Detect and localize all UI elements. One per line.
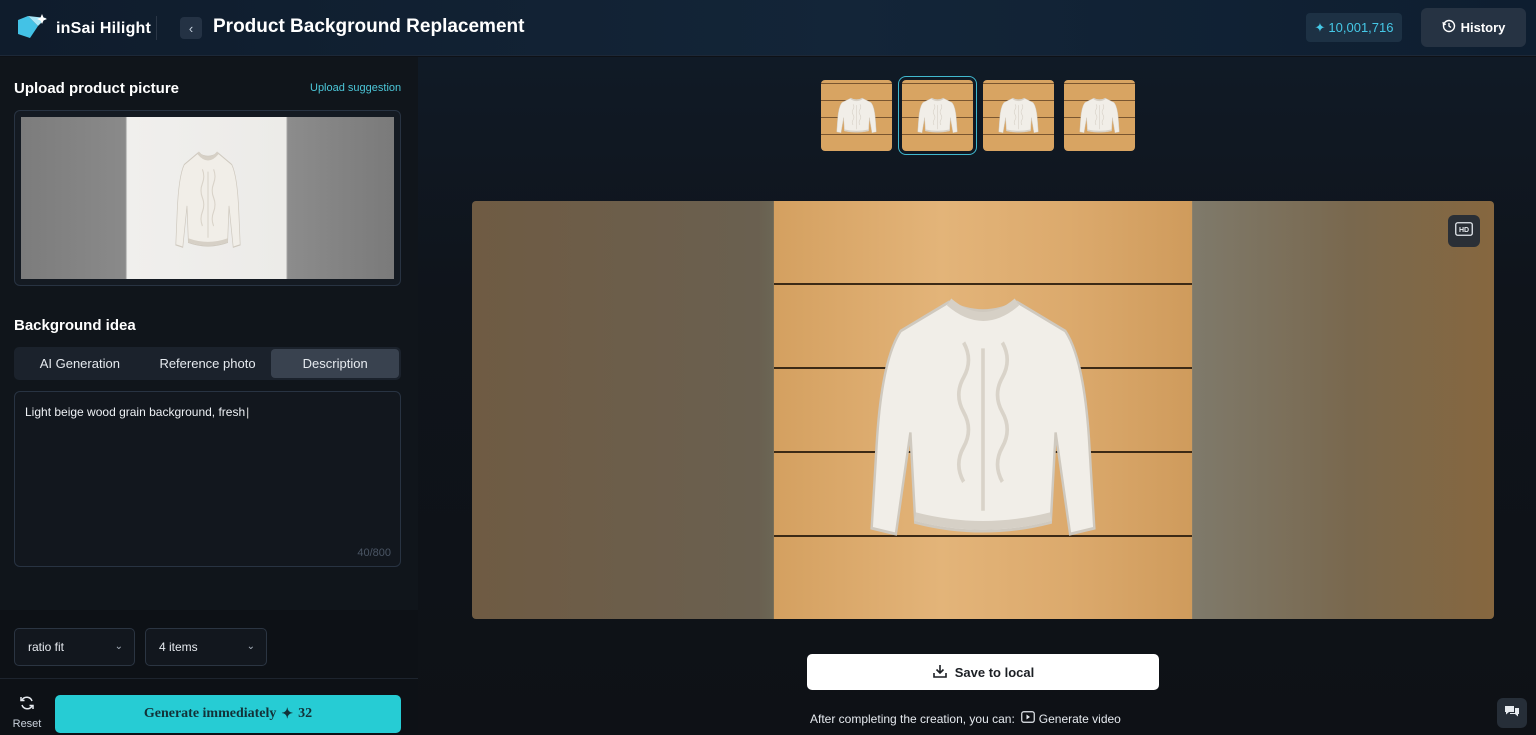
description-value: Light beige wood grain background, fresh: [25, 405, 390, 419]
reset-button[interactable]: Reset: [12, 695, 42, 730]
tab-description[interactable]: Description: [271, 349, 400, 378]
generate-video-link[interactable]: Generate video: [1020, 711, 1121, 726]
upload-dropzone[interactable]: [14, 110, 401, 286]
logo-text: inSai Hilight: [56, 20, 152, 37]
save-to-local-button[interactable]: Save to local: [807, 654, 1159, 690]
download-icon: [932, 663, 948, 682]
chevron-down-icon: ⌄: [114, 641, 123, 652]
header-divider: [156, 16, 157, 40]
history-label: History: [1460, 20, 1506, 35]
back-button[interactable]: ‹: [180, 17, 202, 39]
page-title: Product Background Replacement: [213, 16, 525, 37]
result-preview-image: HD: [472, 201, 1494, 619]
svg-text:HD: HD: [1459, 227, 1469, 234]
uploaded-product-image: [21, 117, 394, 279]
sparkle-icon: ✦: [281, 706, 294, 722]
app-logo[interactable]: inSai Hilight: [16, 12, 151, 40]
ratio-select[interactable]: ratio fit ⌄: [14, 628, 135, 666]
tab-ai-generation[interactable]: AI Generation: [16, 349, 144, 378]
chat-icon: [1504, 704, 1520, 723]
generate-controls: ratio fit ⌄ 4 items ⌄ Reset Generate imm…: [0, 610, 418, 735]
save-label: Save to local: [954, 664, 1035, 680]
hd-upscale-button[interactable]: HD: [1448, 215, 1480, 247]
tab-reference-photo[interactable]: Reference photo: [144, 349, 272, 378]
result-thumbnail[interactable]: [821, 80, 892, 151]
reset-label: Reset: [12, 718, 42, 730]
generate-cost: 32: [298, 706, 313, 721]
credits-badge[interactable]: ✦ 10,001,716: [1306, 13, 1402, 42]
ratio-select-value: ratio fit: [28, 640, 65, 654]
upload-section-title: Upload product picture: [14, 80, 179, 97]
history-button[interactable]: History: [1421, 8, 1526, 47]
divider: [0, 678, 418, 679]
upload-suggestion-link[interactable]: Upload suggestion: [310, 82, 401, 94]
post-creation-actions: After completing the creation, you can: …: [810, 711, 1121, 726]
sparkle-icon: ✦: [1314, 19, 1326, 35]
top-header: inSai Hilight ‹ Product Background Repla…: [0, 0, 1536, 56]
history-icon: [1442, 19, 1456, 36]
count-select-value: 4 items: [159, 640, 198, 654]
refresh-icon: [19, 696, 35, 715]
logo-icon: [16, 12, 50, 40]
background-section-title: Background idea: [14, 317, 136, 334]
description-textarea[interactable]: Light beige wood grain background, fresh…: [14, 391, 401, 567]
video-icon: [1020, 711, 1035, 726]
after-text: After completing the creation, you can:: [810, 711, 1015, 726]
chevron-left-icon: ‹: [188, 20, 194, 36]
count-select[interactable]: 4 items ⌄: [145, 628, 267, 666]
generate-button[interactable]: Generate immediately ✦ 32: [55, 695, 401, 733]
result-area: HD Save to local After completing the cr…: [418, 57, 1536, 735]
hd-icon: HD: [1455, 221, 1473, 241]
result-thumbnail[interactable]: [1064, 80, 1135, 151]
background-mode-tabs: AI Generation Reference photo Descriptio…: [14, 347, 401, 380]
result-thumbnail[interactable]: [983, 80, 1054, 151]
char-counter: 40/800: [357, 547, 391, 559]
chat-support-button[interactable]: [1497, 698, 1527, 728]
wood-background: [774, 201, 1192, 619]
credits-value: 10,001,716: [1328, 20, 1394, 35]
left-panel: Upload product picture Upload suggestion…: [0, 57, 418, 735]
generate-video-label: Generate video: [1038, 711, 1121, 726]
result-thumbnail-selected[interactable]: [898, 76, 977, 155]
chevron-down-icon: ⌄: [246, 641, 255, 652]
generate-label: Generate immediately: [143, 706, 277, 721]
